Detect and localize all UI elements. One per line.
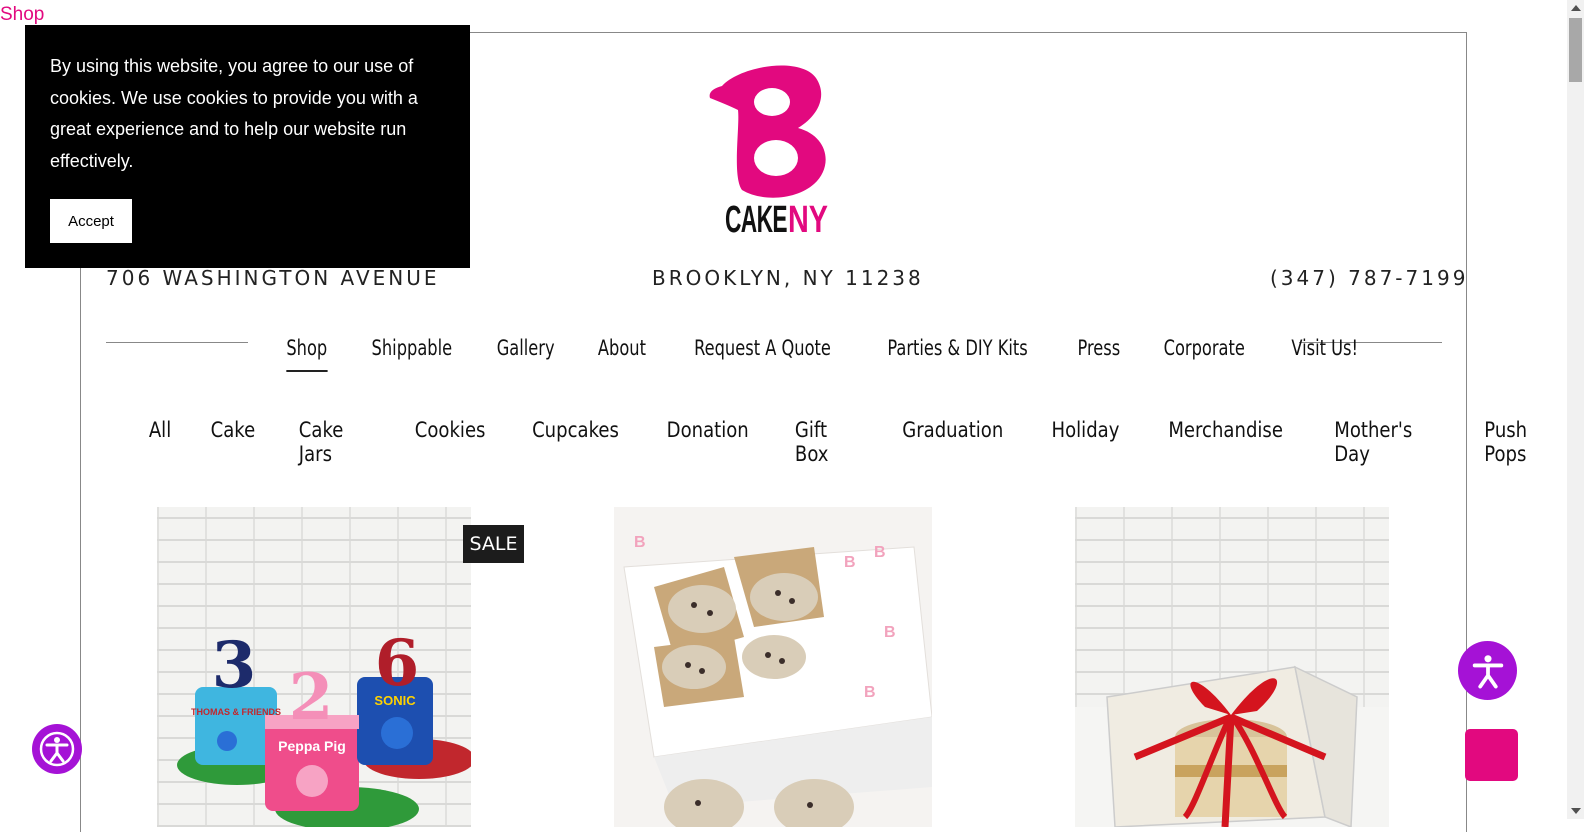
cake-label-peppa: Peppa Pig — [278, 738, 346, 754]
scroll-to-top-button[interactable] — [1465, 729, 1518, 781]
category-push-pops[interactable]: Push Pops — [1469, 418, 1575, 466]
nav-item-request-quote[interactable]: Request A Quote — [680, 336, 846, 360]
accessibility-widget-right[interactable] — [1458, 641, 1517, 700]
bcakeny-logo[interactable]: CAKE NY — [700, 56, 840, 242]
sale-badge: SALE — [463, 525, 524, 563]
cake-number-3: 3 — [212, 628, 257, 703]
scroll-down-arrow-icon[interactable] — [1571, 808, 1581, 814]
svg-text:B: B — [884, 624, 896, 641]
nav-divider-left — [106, 342, 248, 343]
skip-link-shop[interactable]: Shop — [0, 4, 44, 26]
category-mothers-day[interactable]: Mother's Day — [1320, 418, 1450, 466]
accessibility-icon — [1472, 654, 1503, 688]
category-holiday[interactable]: Holiday — [1037, 418, 1134, 466]
accessibility-icon — [39, 731, 75, 767]
category-gift-box[interactable]: Gift Box — [780, 418, 870, 466]
category-cookies[interactable]: Cookies — [400, 418, 500, 466]
cake-label-thomas: THOMAS & FRIENDS — [191, 707, 281, 717]
cake-number-6: 6 — [375, 626, 420, 701]
category-graduation[interactable]: Graduation — [888, 418, 1018, 466]
category-merchandise[interactable]: Merchandise — [1153, 418, 1297, 466]
category-cupcakes[interactable]: Cupcakes — [518, 418, 634, 466]
cake-number-2: 2 — [289, 660, 334, 735]
logo-ny-text: NY — [788, 199, 828, 241]
cake-label-sonic: SONIC — [374, 693, 416, 708]
svg-text:B: B — [864, 684, 876, 701]
cookie-consent-banner: By using this website, you agree to our … — [25, 25, 470, 268]
scroll-up-arrow-icon[interactable] — [1571, 5, 1581, 11]
category-cake[interactable]: Cake — [196, 418, 270, 466]
nav-item-visit-us[interactable]: Visit Us! — [1276, 336, 1372, 360]
address-text: 706 WASHINGTON AVENUE — [106, 266, 440, 290]
product-image-muffin-box[interactable]: B B B B B — [614, 507, 932, 827]
svg-text:B: B — [844, 554, 856, 571]
category-donation[interactable]: Donation — [652, 418, 763, 466]
category-all[interactable]: All — [134, 418, 186, 466]
logo-cake-text: CAKE — [725, 199, 787, 241]
nav-item-shippable[interactable]: Shippable — [356, 336, 466, 360]
nav-item-corporate[interactable]: Corporate — [1149, 336, 1259, 360]
phone-link[interactable]: (347) 787-7199 — [1270, 266, 1468, 290]
accept-cookies-button[interactable]: Accept — [50, 199, 132, 243]
svg-text:B: B — [874, 544, 886, 561]
category-cake-jars[interactable]: Cake Jars — [284, 418, 384, 466]
cookie-consent-text: By using this website, you agree to our … — [50, 56, 418, 171]
product-image-gift-box-cake[interactable] — [1075, 507, 1389, 827]
accessibility-widget-left[interactable] — [32, 724, 82, 774]
svg-text:B: B — [634, 534, 646, 551]
nav-item-shop[interactable]: Shop — [272, 336, 342, 372]
category-filter: All Cake Cake Jars Cookies Cupcakes Dona… — [130, 418, 1584, 466]
scrollbar-thumb[interactable] — [1569, 18, 1582, 82]
nav-item-about[interactable]: About — [583, 336, 660, 360]
nav-item-gallery[interactable]: Gallery — [482, 336, 569, 360]
product-image-birthday-cakes[interactable]: 3 2 6 THOMAS & FRIENDS Peppa Pig SONIC — [157, 507, 471, 827]
main-nav: Shop Shippable Gallery About Request A Q… — [266, 336, 1380, 372]
nav-item-press[interactable]: Press — [1062, 336, 1134, 360]
city-text: BROOKLYN, NY 11238 — [652, 266, 924, 290]
page-scrollbar[interactable] — [1567, 0, 1584, 819]
nav-item-parties-diy-kits[interactable]: Parties & DIY Kits — [873, 336, 1043, 360]
